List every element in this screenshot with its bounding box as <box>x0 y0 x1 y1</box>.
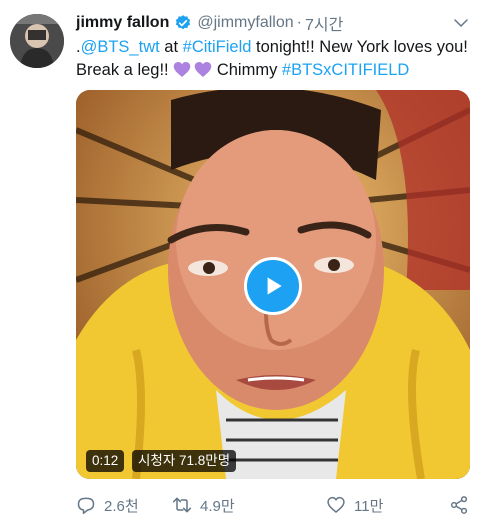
retweet-icon <box>172 497 192 513</box>
separator-dot: · <box>296 14 302 31</box>
purple-heart-icon <box>194 62 212 77</box>
play-icon <box>267 277 282 295</box>
tweet-time[interactable]: 7시간 <box>305 11 343 35</box>
author-handle[interactable]: @jimmyfallon <box>197 14 293 32</box>
heart-outline-icon <box>327 496 345 513</box>
verified-badge-icon <box>176 15 191 30</box>
reply-count: 2.6천 <box>104 497 139 515</box>
reply-button[interactable]: 2.6천 <box>76 492 139 518</box>
mention-link[interactable]: @BTS_twt <box>81 38 160 56</box>
chevron-down-icon[interactable] <box>452 14 470 32</box>
video-duration: 0:12 <box>86 450 125 472</box>
text-part: at <box>159 38 183 56</box>
like-count: 11만 <box>354 497 384 515</box>
retweet-button[interactable]: 4.9만 <box>172 492 235 518</box>
author-name[interactable]: jimmy fallon <box>76 14 169 32</box>
video-player[interactable]: 0:12 시청자 71.8만명 <box>76 90 470 479</box>
hashtag-link[interactable]: #CitiField <box>183 38 252 56</box>
tweet-header: jimmy fallon @jimmyfallon · 7시간 <box>76 11 470 35</box>
video-views: 시청자 71.8만명 <box>132 450 237 472</box>
tweet-text: .@BTS_twt at #CitiField tonight!! New Yo… <box>76 36 474 82</box>
tweet-actions: 2.6천 4.9만 11만 <box>76 492 470 518</box>
share-button[interactable] <box>449 492 469 518</box>
reply-icon <box>77 497 95 515</box>
play-button[interactable] <box>244 257 302 315</box>
retweet-count: 4.9만 <box>200 497 235 515</box>
share-icon <box>450 496 468 514</box>
hashtag-link[interactable]: #BTSxCITIFIELD <box>282 61 409 79</box>
purple-heart-icon <box>173 62 191 77</box>
avatar[interactable] <box>10 14 64 68</box>
like-button[interactable]: 11만 <box>326 492 383 518</box>
text-part: Chimmy <box>212 61 282 79</box>
